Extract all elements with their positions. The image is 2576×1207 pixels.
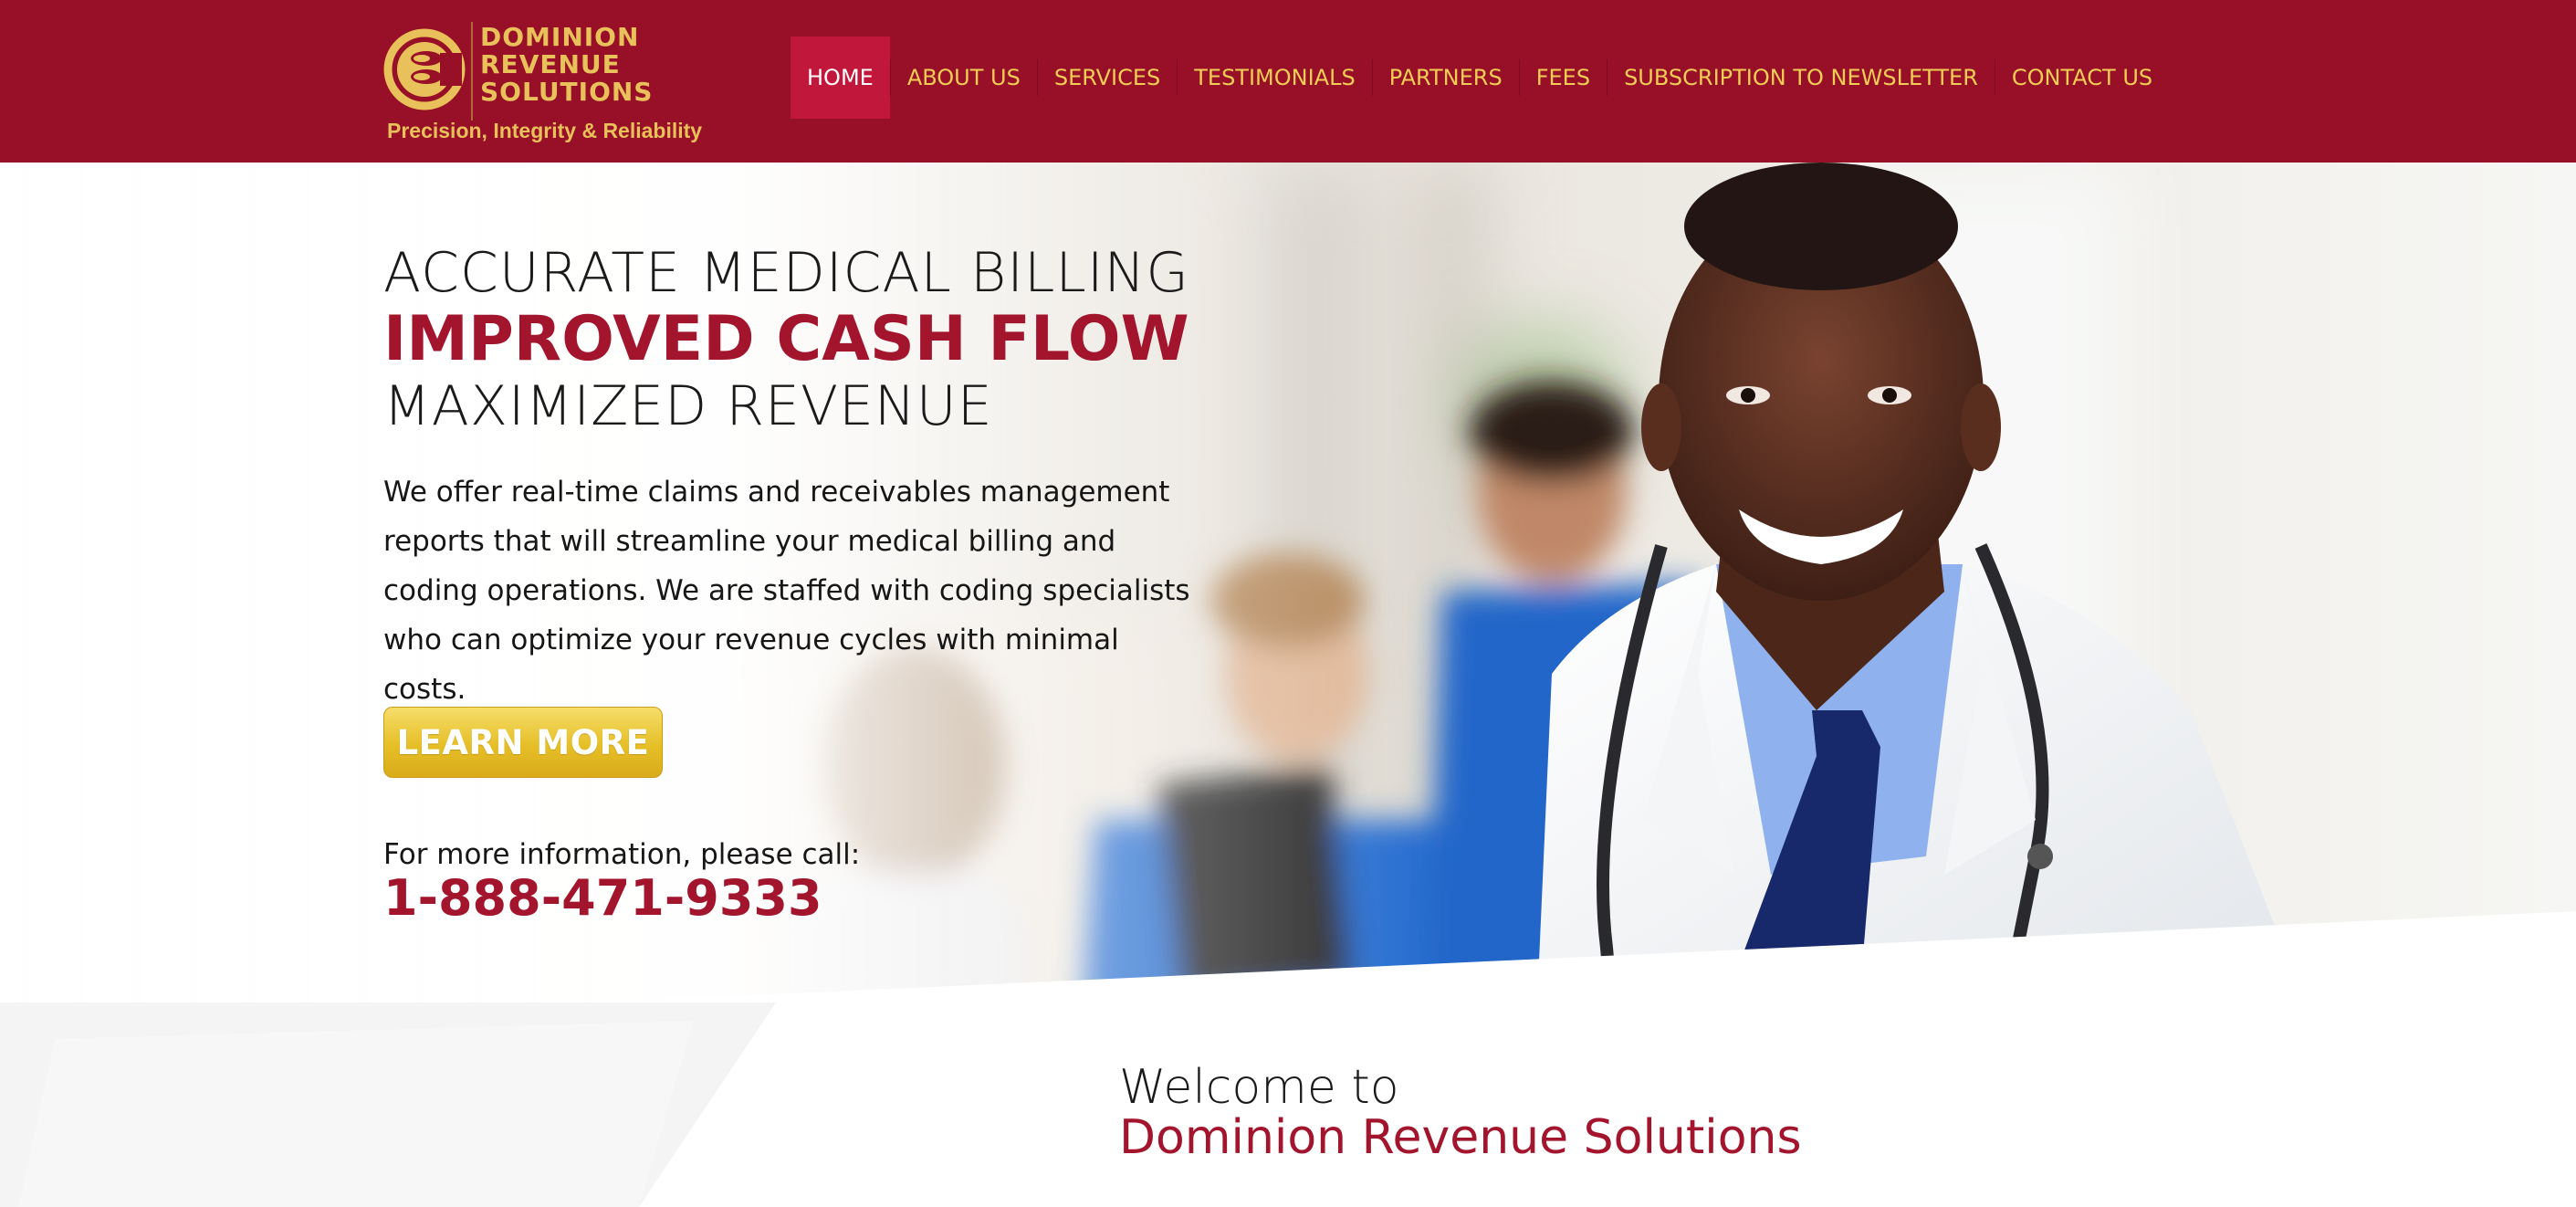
nav-item-services[interactable]: SERVICES [1038,37,1177,119]
hero-intro-text: We offer real-time claims and receivable… [383,476,1190,706]
nav-item-contact-us[interactable]: CONTACT US [1995,37,2169,119]
welcome-line-1: Welcome to [1119,1060,1399,1115]
phone-number-link[interactable]: 1-888-471-9333 [383,869,1022,927]
logo-wordmark: DOMINION REVENUE SOLUTIONS [480,22,654,107]
welcome-line-2: Dominion Revenue Solutions [1119,1110,1802,1165]
logo-divider [471,22,473,121]
nav-item-newsletter[interactable]: SUBSCRIPTION TO NEWSLETTER [1607,37,1995,119]
call-label: For more information, please call: [383,838,861,871]
hero-section: ACCURATE MEDICAL BILLING IMPROVED CASH F… [0,163,2576,1207]
hero-headline: ACCURATE MEDICAL BILLING IMPROVED CASH F… [383,241,1205,438]
headline-line-1: ACCURATE MEDICAL BILLING [383,241,1189,305]
learn-more-button[interactable]: LEARN MORE [383,707,663,778]
site-logo[interactable]: DOMINION REVENUE SOLUTIONS Precision, In… [383,22,703,150]
nav-item-home[interactable]: HOME [791,37,890,119]
nav-item-about-us[interactable]: ABOUT US [891,37,1037,119]
welcome-heading: Welcome to Dominion Revenue Solutions [1119,1063,1941,1163]
nav-item-partners[interactable]: PARTNERS [1373,37,1519,119]
logo-tagline: Precision, Integrity & Reliability [387,119,703,142]
site-header: DOMINION REVENUE SOLUTIONS Precision, In… [0,0,2576,163]
main-nav: HOME ABOUT US SERVICES TESTIMONIALS PART… [791,37,2169,119]
dr-emblem-icon [383,28,466,110]
nav-item-fees[interactable]: FEES [1520,37,1607,119]
nav-item-testimonials[interactable]: TESTIMONIALS [1178,37,1371,119]
headline-line-2: IMPROVED CASH FLOW [383,303,1189,375]
headline-line-3: MAXIMIZED REVENUE [383,374,993,438]
